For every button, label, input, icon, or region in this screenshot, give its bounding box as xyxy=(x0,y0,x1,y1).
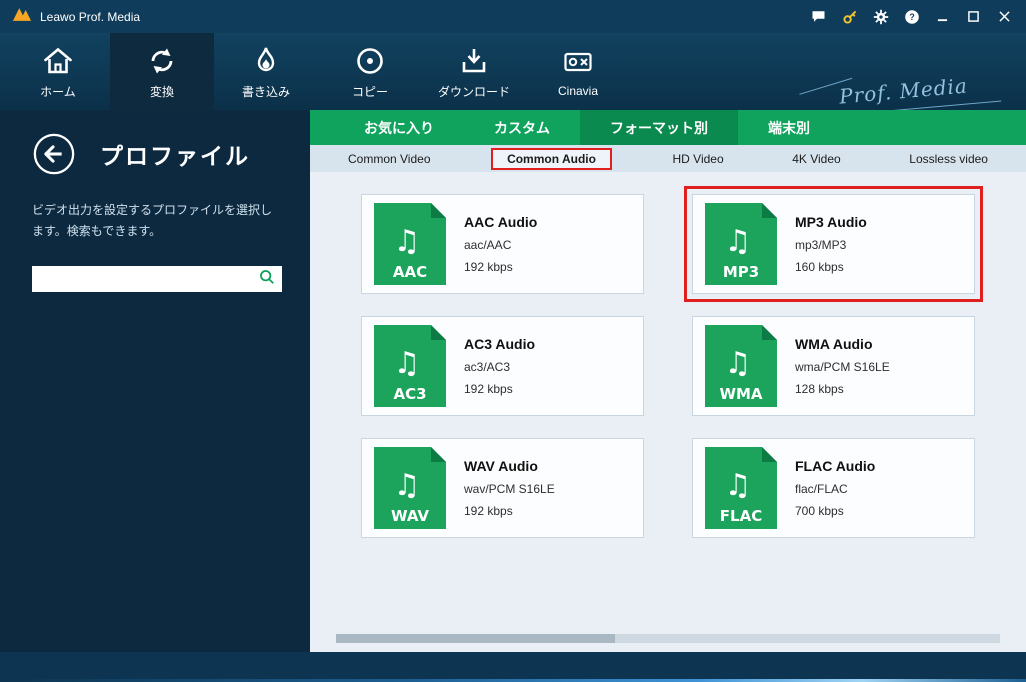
subtab-common-video[interactable]: Common Video xyxy=(340,150,439,168)
titlebar: Leawo Prof. Media ? xyxy=(0,0,1026,33)
profile-search xyxy=(32,266,282,292)
tab-custom[interactable]: カスタム xyxy=(464,110,580,145)
main-navigation: ホーム 変換 書き込み コピー ダウンロード Cinavia Prof. Med… xyxy=(0,33,1026,110)
nav-label: 変換 xyxy=(149,84,174,99)
svg-text:?: ? xyxy=(909,12,914,22)
convert-icon xyxy=(145,44,179,78)
format-subtabbar: Common Video Common Audio HD Video 4K Vi… xyxy=(310,145,1026,172)
home-icon xyxy=(41,44,75,78)
format-badge: FLAC xyxy=(720,507,762,525)
subtab-common-audio[interactable]: Common Audio xyxy=(491,147,612,170)
profile-codec: wma/PCM S16LE xyxy=(795,360,890,374)
profile-bitrate: 700 kbps xyxy=(795,504,844,518)
burn-flame-icon xyxy=(249,44,283,78)
music-note-icon: ♫ xyxy=(725,346,752,381)
music-note-icon: ♫ xyxy=(394,346,421,381)
tab-favorites[interactable]: お気に入り xyxy=(334,110,464,145)
maximize-button[interactable] xyxy=(958,4,989,30)
nav-item-copy[interactable]: コピー xyxy=(318,33,422,110)
audio-file-icon: ♫ FLAC xyxy=(705,447,777,529)
search-input[interactable] xyxy=(32,266,259,292)
profile-bitrate: 192 kbps xyxy=(464,260,513,274)
sidebar-title: プロファイル xyxy=(100,143,250,169)
subtab-hd-video[interactable]: HD Video xyxy=(665,150,732,168)
horizontal-scrollbar[interactable] xyxy=(336,634,1000,643)
nav-item-home[interactable]: ホーム xyxy=(6,33,110,110)
nav-label: コピー xyxy=(351,84,388,99)
audio-file-icon: ♫ MP3 xyxy=(705,203,777,285)
subtab-lossless-video[interactable]: Lossless video xyxy=(901,150,996,168)
format-badge: AC3 xyxy=(393,385,426,403)
nav-label: ホーム xyxy=(40,84,76,99)
format-badge: WMA xyxy=(719,385,762,403)
nav-item-download[interactable]: ダウンロード xyxy=(422,33,526,110)
scrollbar-thumb[interactable] xyxy=(336,634,615,643)
nav-item-burn[interactable]: 書き込み xyxy=(214,33,318,110)
format-badge: WAV xyxy=(391,507,429,525)
profile-codec: flac/FLAC xyxy=(795,482,848,496)
audio-file-icon: ♫ WMA xyxy=(705,325,777,407)
disc-icon xyxy=(353,44,387,78)
profile-bitrate: 160 kbps xyxy=(795,260,844,274)
nav-item-convert[interactable]: 変換 xyxy=(110,33,214,110)
profile-card-wav[interactable]: ♫ WAV WAV Audio wav/PCM S16LE 192 kbps xyxy=(361,438,644,538)
format-badge: MP3 xyxy=(723,263,759,281)
search-icon[interactable] xyxy=(259,269,275,290)
close-button[interactable] xyxy=(989,4,1020,30)
profile-codec: mp3/MP3 xyxy=(795,238,847,252)
profile-title: AAC Audio xyxy=(464,214,538,230)
music-note-icon: ♫ xyxy=(725,468,752,503)
profile-bitrate: 192 kbps xyxy=(464,382,513,396)
profile-grid: ♫ AAC AAC Audio aac/AAC 192 kbps ♫ MP3 M… xyxy=(310,172,1026,538)
nav-label: 書き込み xyxy=(241,84,290,99)
tab-by-device[interactable]: 端末別 xyxy=(738,110,840,145)
profile-card-flac[interactable]: ♫ FLAC FLAC Audio flac/FLAC 700 kbps xyxy=(692,438,975,538)
audio-file-icon: ♫ AAC xyxy=(374,203,446,285)
nav-label: ダウンロード xyxy=(437,84,510,99)
profile-card-ac3[interactable]: ♫ AC3 AC3 Audio ac3/AC3 192 kbps xyxy=(361,316,644,416)
profile-bitrate: 192 kbps xyxy=(464,504,513,518)
audio-file-icon: ♫ WAV xyxy=(374,447,446,529)
gear-icon[interactable] xyxy=(865,4,896,30)
minimize-button[interactable] xyxy=(927,4,958,30)
music-note-icon: ♫ xyxy=(394,224,421,259)
profile-title: WMA Audio xyxy=(795,336,873,352)
category-tabbar: お気に入り カスタム フォーマット別 端末別 xyxy=(310,110,1026,145)
subtab-4k-video[interactable]: 4K Video xyxy=(784,150,849,168)
profile-title: WAV Audio xyxy=(464,458,538,474)
profile-codec: aac/AAC xyxy=(464,238,512,252)
nav-label: Cinavia xyxy=(557,84,599,98)
profile-title: FLAC Audio xyxy=(795,458,876,474)
profile-title: AC3 Audio xyxy=(464,336,536,352)
cinavia-icon xyxy=(561,45,595,79)
key-icon[interactable] xyxy=(834,4,865,30)
profile-card-aac[interactable]: ♫ AAC AAC Audio aac/AAC 192 kbps xyxy=(361,194,644,294)
profile-sidebar: プロファイル ビデオ出力を設定するプロファイルを選択します。検索もできます。 xyxy=(0,110,310,652)
profile-codec: ac3/AC3 xyxy=(464,360,511,374)
message-icon[interactable] xyxy=(803,4,834,30)
leawo-logo-icon xyxy=(12,7,32,27)
profile-codec: wav/PCM S16LE xyxy=(464,482,555,496)
tab-by-format[interactable]: フォーマット別 xyxy=(580,110,738,145)
profile-card-mp3[interactable]: ♫ MP3 MP3 Audio mp3/MP3 160 kbps xyxy=(684,186,983,302)
profile-bitrate: 128 kbps xyxy=(795,382,844,396)
back-button[interactable] xyxy=(32,132,76,176)
help-icon[interactable]: ? xyxy=(896,4,927,30)
profile-title: MP3 Audio xyxy=(795,214,867,230)
download-icon xyxy=(457,44,491,78)
sidebar-description: ビデオ出力を設定するプロファイルを選択します。検索もできます。 xyxy=(32,203,273,238)
music-note-icon: ♫ xyxy=(394,468,421,503)
format-badge: AAC xyxy=(393,263,427,281)
music-note-icon: ♫ xyxy=(725,224,752,259)
profile-card-wma[interactable]: ♫ WMA WMA Audio wma/PCM S16LE 128 kbps xyxy=(692,316,975,416)
status-bar xyxy=(0,652,1026,682)
audio-file-icon: ♫ AC3 xyxy=(374,325,446,407)
window-title: Leawo Prof. Media xyxy=(40,9,141,24)
nav-item-cinavia[interactable]: Cinavia xyxy=(526,33,630,110)
profile-panel: お気に入り カスタム フォーマット別 端末別 Common Video Comm… xyxy=(310,110,1026,652)
